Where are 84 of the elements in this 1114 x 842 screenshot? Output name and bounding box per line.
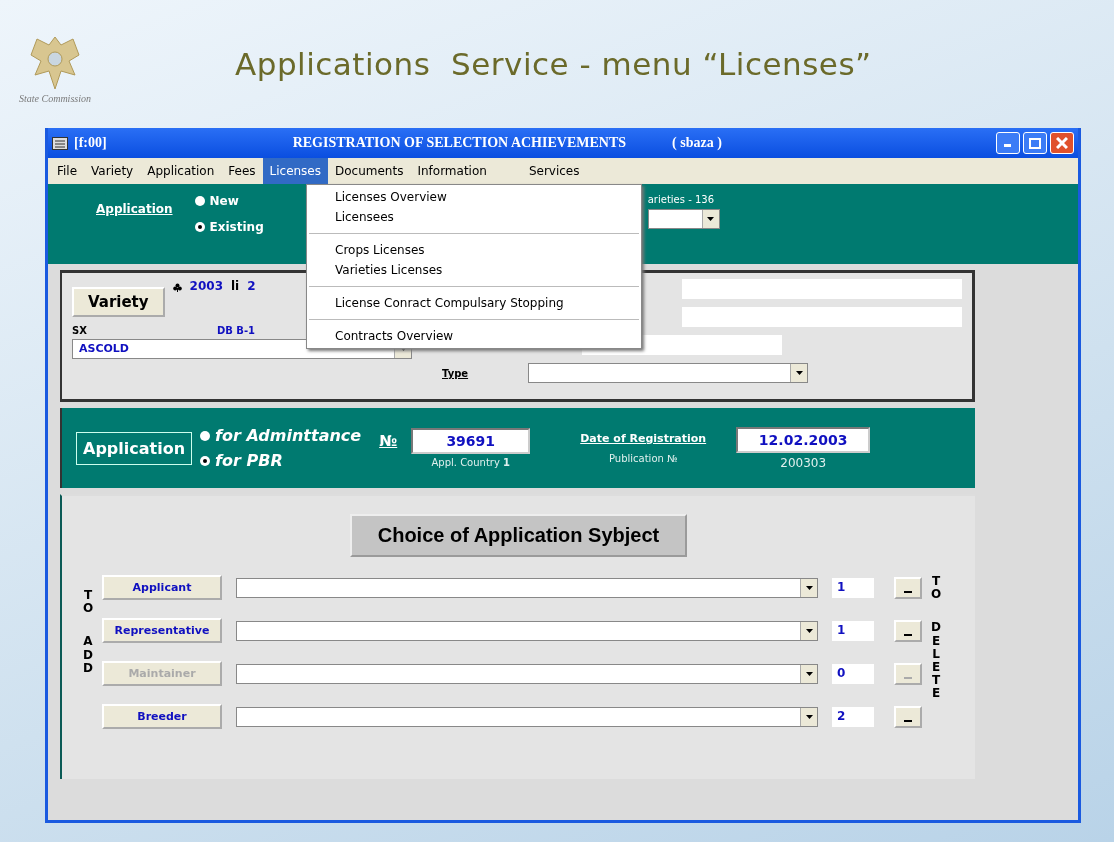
caret-icon (805, 585, 813, 590)
radio-label: for Adminttance (215, 426, 362, 445)
code-value: DB B-1 (216, 325, 256, 336)
caret-icon (399, 347, 407, 351)
publication-label: Publication № (608, 453, 678, 464)
menu-item[interactable]: Licenses (262, 158, 328, 184)
text-field[interactable] (682, 279, 962, 299)
subject-dropdown-field[interactable] (236, 663, 818, 684)
menu-item[interactable]: Variety (84, 158, 141, 184)
delete-vertical-label: DELETE (930, 621, 942, 701)
add-vertical-label: TO (82, 589, 94, 616)
radio-button[interactable] (194, 222, 205, 232)
menu-item[interactable]: Documents (328, 158, 411, 184)
caret-icon (707, 217, 715, 221)
li-label: li (231, 279, 240, 293)
logo-caption: State Commission (19, 92, 91, 104)
choice-title-button[interactable]: Choice of Application Sybject (349, 514, 688, 557)
delete-button[interactable] (894, 576, 922, 599)
dropdown-menu-item[interactable]: License Conract Compulsary Stopping (307, 293, 641, 313)
minus-icon (904, 676, 912, 679)
radio-button[interactable] (194, 196, 205, 206)
application-link[interactable]: Application (96, 202, 173, 216)
dropdown-menu-item[interactable]: Varieties Licenses (307, 260, 641, 280)
year-value: 2003 (189, 279, 223, 293)
count-value: 0 (832, 663, 874, 684)
dropdown-menu-item[interactable]: Crops Licenses (307, 240, 641, 260)
radio-button[interactable] (200, 430, 211, 441)
text-field[interactable] (682, 307, 962, 327)
subject-button[interactable]: Applicant (102, 575, 222, 600)
subject-button[interactable]: Breeder (102, 704, 222, 729)
number-field[interactable]: 39691 (411, 428, 531, 454)
variety-button[interactable]: Variety (72, 287, 165, 317)
dropdown-menu-item[interactable]: Licenses Overview (307, 187, 641, 207)
menu-item[interactable]: File (50, 158, 85, 184)
close-button[interactable] (1050, 132, 1074, 154)
dropdown-menu-item[interactable]: Licensees (307, 207, 641, 227)
caret-icon (805, 671, 813, 676)
number-link[interactable]: № (379, 432, 398, 450)
minimize-button[interactable] (996, 132, 1020, 154)
maximize-button[interactable] (1023, 132, 1047, 154)
date-field[interactable]: 12.02.2003 (736, 426, 871, 453)
maximize-icon (1029, 137, 1041, 149)
radio-label: for PBR (215, 451, 283, 470)
caret-icon (805, 714, 813, 719)
sx-label: SX (72, 325, 87, 336)
delete-vertical-label: TO (930, 575, 942, 602)
date-of-registration-link[interactable]: Date of Registration (580, 432, 707, 445)
application-button[interactable]: Application (76, 431, 193, 465)
window-title: REGISTRATION OF SELECTION ACHIEVEMENTS (292, 135, 626, 151)
minus-icon (904, 719, 912, 722)
caret-icon (805, 628, 813, 633)
close-icon (1056, 137, 1068, 149)
subject-dropdown-field[interactable] (236, 620, 818, 641)
radio-label: Existing (209, 220, 264, 234)
menu-item[interactable]: Information (410, 158, 494, 184)
minus-icon (904, 590, 912, 593)
club-icon (172, 283, 182, 292)
publication-value: 200303 (780, 455, 827, 470)
minus-icon (904, 633, 912, 636)
menu-item[interactable]: Services (521, 158, 587, 184)
menu-item[interactable]: Application (140, 158, 222, 184)
window-id: [f:00] (74, 135, 107, 151)
slide-title: Applications Service - menu “Licenses” (235, 46, 872, 82)
subject-dropdown-field[interactable] (236, 706, 818, 727)
caret-icon (795, 371, 803, 375)
subject-button[interactable]: Representative (102, 618, 222, 643)
radio-label: New (209, 194, 239, 208)
count-value: 2 (832, 706, 874, 727)
count-value: 1 (832, 577, 874, 598)
type-dropdown-field[interactable] (528, 363, 809, 383)
window-user: ( sbaza ) (672, 135, 722, 151)
subject-dropdown-field[interactable] (236, 577, 818, 598)
cut-value: 2 (247, 279, 256, 293)
count-value: 1 (832, 620, 874, 641)
dropdown-field[interactable] (647, 209, 720, 229)
varieties-label: arieties - 136 (647, 194, 716, 205)
delete-button[interactable] (894, 705, 922, 728)
form-icon (52, 136, 68, 150)
delete-button[interactable] (894, 619, 922, 642)
add-vertical-label: ADD (82, 635, 94, 675)
country-label: Appl. Country 1 (431, 457, 510, 468)
menu-item[interactable]: Fees (221, 158, 263, 184)
type-link[interactable]: Type (442, 367, 469, 379)
radio-button[interactable] (200, 455, 211, 466)
